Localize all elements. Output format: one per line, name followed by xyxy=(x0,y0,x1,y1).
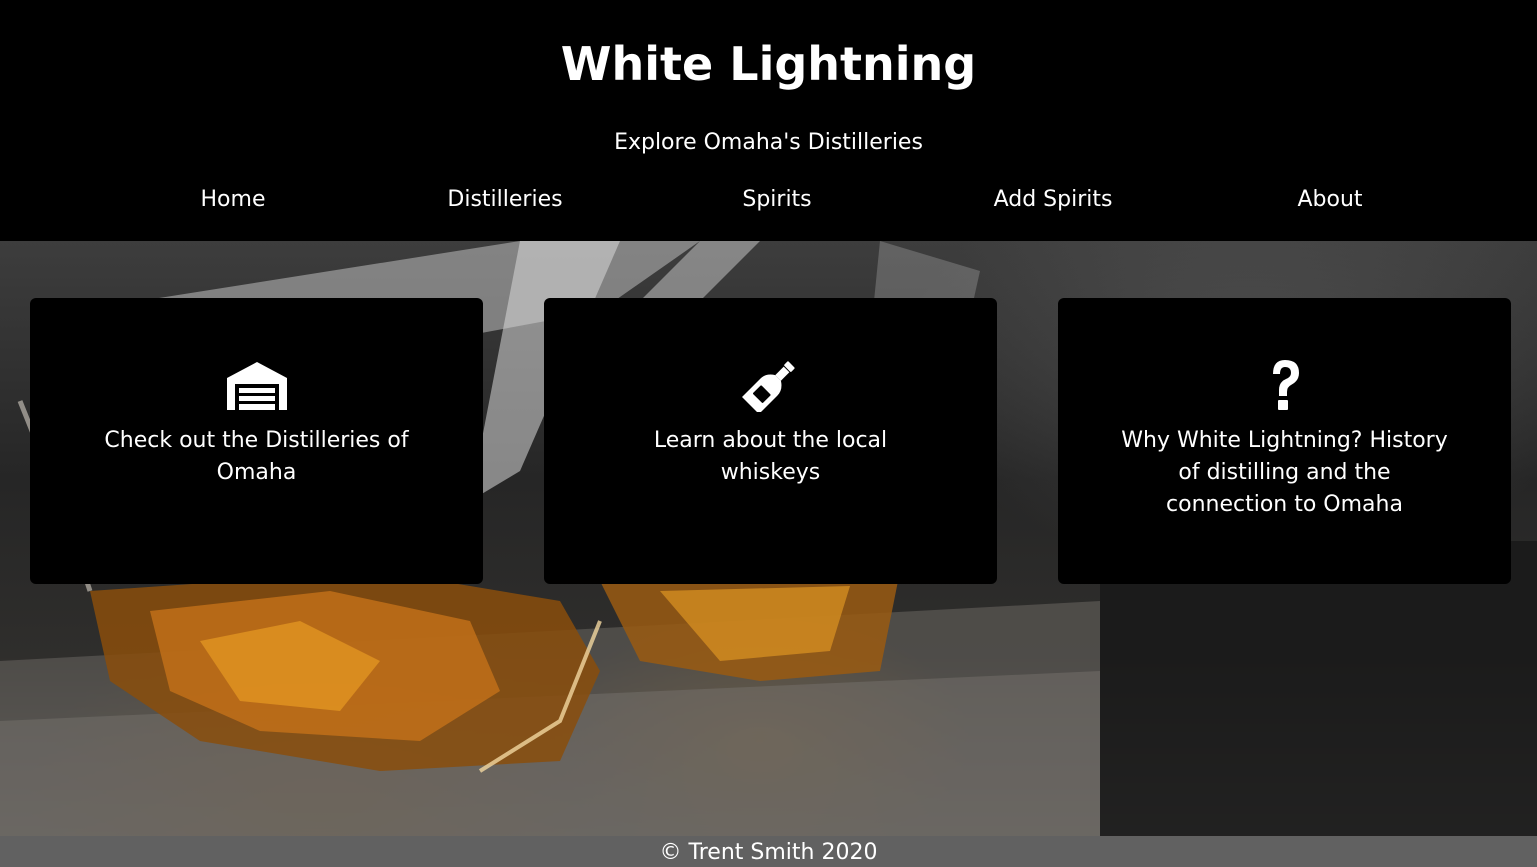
nav-about[interactable]: About xyxy=(1297,183,1362,217)
card-spirits[interactable]: Learn about the local whiskeys xyxy=(544,298,997,584)
nav-distilleries[interactable]: Distilleries xyxy=(447,183,562,217)
card-distilleries-text: Check out the Distilleries of Omaha xyxy=(104,428,409,485)
card-about[interactable]: Why White Lightning? History of distilli… xyxy=(1058,298,1511,584)
site-title: White Lightning xyxy=(560,37,977,91)
site-header: White Lightning Explore Omaha's Distille… xyxy=(0,0,1537,241)
card-spirits-text: Learn about the local whiskeys xyxy=(653,428,888,485)
main-nav: Home Distilleries Spirits Add Spirits Ab… xyxy=(0,183,1537,217)
card-distilleries[interactable]: Check out the Distilleries of Omaha xyxy=(30,298,483,584)
page: White Lightning Explore Omaha's Distille… xyxy=(0,0,1537,867)
card-about-text: Why White Lightning? History of distilli… xyxy=(1121,428,1448,517)
copyright-text: © Trent Smith 2020 xyxy=(659,840,878,865)
question-icon xyxy=(1272,360,1299,410)
wine-bottle-icon xyxy=(741,361,795,412)
nav-home[interactable]: Home xyxy=(201,183,266,217)
nav-spirits[interactable]: Spirits xyxy=(742,183,811,217)
site-tagline: Explore Omaha's Distilleries xyxy=(614,130,923,155)
site-footer: © Trent Smith 2020 xyxy=(0,836,1537,867)
warehouse-icon xyxy=(226,362,287,410)
nav-add-spirits[interactable]: Add Spirits xyxy=(994,183,1113,217)
